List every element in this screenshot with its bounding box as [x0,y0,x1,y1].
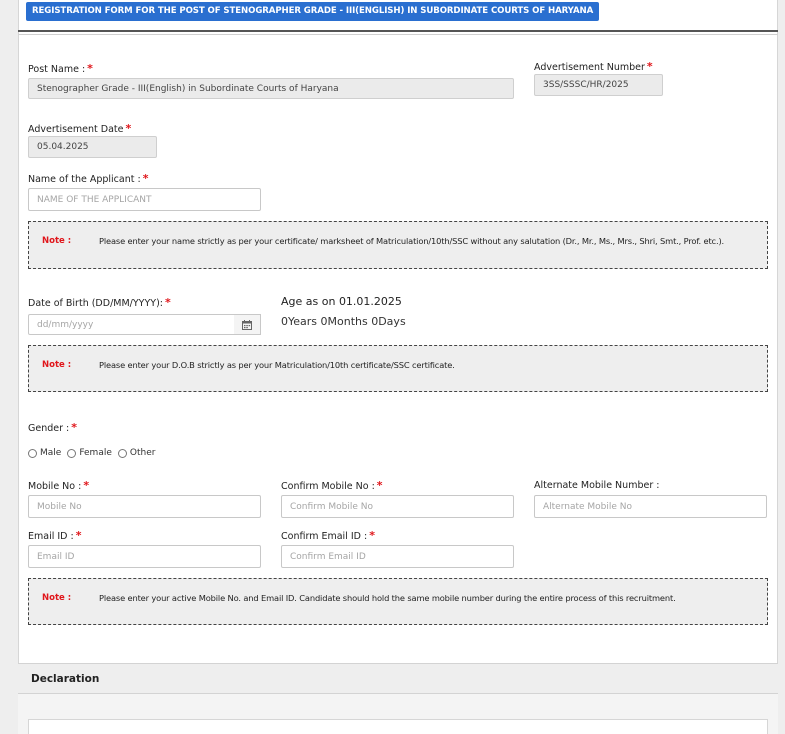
age-value: 0Years 0Months 0Days [281,315,406,328]
name-note-box: Note : Please enter your name strictly a… [28,221,768,269]
declaration-header: Declaration [18,663,778,694]
gender-radio-group: Male Female Other [28,448,161,458]
confirm-mobile-label: Confirm Mobile No : * [281,479,383,492]
applicant-name-input[interactable] [28,188,261,211]
dob-label: Date of Birth (DD/MM/YYYY): * [28,296,171,309]
required-marker: * [376,479,383,492]
advertisement-date-label: Advertisement Date * [28,122,132,135]
required-marker: * [83,479,90,492]
note-label: Note : [42,236,72,246]
required-marker: * [164,296,171,309]
panel-border [18,0,19,734]
declaration-title: Declaration [31,673,100,685]
required-marker: * [75,529,82,542]
gender-option-male[interactable]: Male [28,448,61,458]
radio-button[interactable] [28,448,37,458]
advertisement-number-label: Advertisement Number * [534,60,653,73]
required-marker: * [646,60,653,73]
gender-label: Gender : * [28,421,77,434]
confirm-mobile-input[interactable] [281,495,514,518]
required-marker: * [125,122,132,135]
note-label: Note : [42,360,72,370]
email-input[interactable] [28,545,261,568]
alternate-mobile-label: Alternate Mobile Number : [534,480,660,491]
panel-border [777,0,778,734]
dob-note-box: Note : Please enter your D.O.B strictly … [28,345,768,392]
contact-note-box: Note : Please enter your active Mobile N… [28,578,768,625]
right-scroll-gutter [778,0,785,734]
required-marker: * [142,172,149,185]
radio-button[interactable] [67,448,77,458]
dob-input[interactable] [28,314,235,335]
required-marker: * [87,62,93,75]
radio-button[interactable] [117,448,127,458]
declaration-text-box [28,719,768,734]
note-text: Please enter your active Mobile No. and … [99,593,676,603]
age-title: Age as on 01.01.2025 [281,295,402,308]
left-gutter [0,0,18,734]
advertisement-number-field[interactable]: 3SS/SSSC/HR/2025 [534,74,663,96]
required-marker: * [369,529,375,542]
email-label: Email ID : * [28,529,82,542]
calendar-icon [242,319,252,330]
registration-page: REGISTRATION FORM FOR THE POST OF STENOG… [0,0,785,734]
mobile-input[interactable] [28,495,261,518]
alternate-mobile-input[interactable] [534,495,767,518]
required-marker: * [71,421,77,434]
advertisement-date-field[interactable]: 05.04.2025 [28,136,157,158]
title-divider [18,34,778,35]
gender-option-other[interactable]: Other [117,448,155,458]
title-divider [18,30,778,32]
post-name-field[interactable]: Stenographer Grade - III(English) in Sub… [28,78,514,99]
applicant-name-label: Name of the Applicant : * [28,172,149,185]
confirm-email-label: Confirm Email ID : * [281,529,375,542]
confirm-email-input[interactable] [281,545,514,568]
calendar-button[interactable] [234,314,261,335]
form-title-badge: REGISTRATION FORM FOR THE POST OF STENOG… [26,2,600,21]
note-text: Please enter your name strictly as per y… [99,236,725,246]
gender-option-female[interactable]: Female [67,448,112,458]
note-label: Note : [42,593,72,603]
note-text: Please enter your D.O.B strictly as per … [99,360,455,370]
mobile-label: Mobile No : * [28,479,90,492]
post-name-label: Post Name : * [28,62,93,75]
